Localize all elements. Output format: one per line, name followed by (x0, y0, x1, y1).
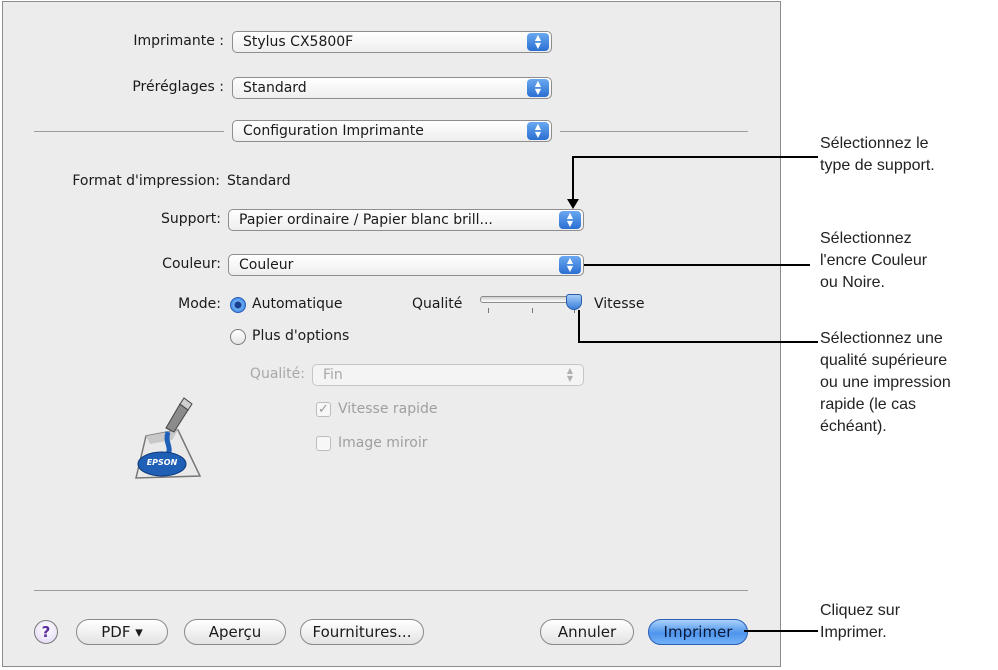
fast-speed-label: Vitesse rapide (338, 401, 438, 417)
print-dialog (2, 1, 781, 667)
page-format-value: Standard (227, 173, 291, 189)
help-button[interactable]: ? (34, 620, 58, 644)
popup-arrows-icon: ▲ ▼ (566, 366, 574, 383)
panel-value: Configuration Imprimante (243, 123, 424, 139)
annotation-color-line: ou Noire. (820, 274, 885, 291)
callout-media-horizontal (572, 156, 818, 158)
cancel-button[interactable]: Annuler (540, 619, 634, 645)
mirror-image-label: Image miroir (338, 435, 428, 451)
pdf-button[interactable]: PDF ▾ (76, 619, 168, 645)
annotation-quality-line: qualité supérieure (820, 352, 948, 369)
callout-print-line (744, 630, 818, 632)
automatic-radio[interactable] (230, 297, 246, 313)
annotation-quality-line: échéant). (820, 418, 887, 435)
annotation-quality-line: ou une impression (820, 374, 951, 391)
annotation-print-line: Imprimer. (820, 624, 887, 641)
annotation-quality-line: Sélectionnez une (820, 330, 943, 347)
popup-arrows-icon: ▲ ▼ (527, 33, 549, 51)
mode-label: Mode: (178, 296, 221, 312)
callout-quality-vertical (578, 310, 580, 343)
quality-speed-slider[interactable] (480, 296, 576, 303)
annotation-media: Sélectionnez le type de support. (820, 133, 935, 177)
color-label: Couleur: (162, 256, 221, 272)
bottom-separator (34, 590, 748, 591)
callout-quality-horizontal (578, 341, 818, 343)
preview-button[interactable]: Aperçu (184, 619, 286, 645)
color-value: Couleur (239, 257, 294, 273)
annotation-media-line: type de support. (820, 157, 935, 174)
annotation-color: Sélectionnez l'encre Couleur ou Noire. (820, 228, 927, 294)
annotation-color-line: l'encre Couleur (820, 252, 928, 269)
callout-color-line (584, 264, 810, 266)
popup-arrows-icon: ▲ ▼ (527, 79, 549, 97)
annotation-print-line: Cliquez sur (820, 602, 901, 619)
printer-popup[interactable]: Stylus CX5800F ▲ ▼ (232, 31, 552, 53)
quality-value: Fin (323, 367, 343, 383)
separator-left (34, 131, 224, 132)
separator-right (560, 131, 748, 132)
mirror-image-checkbox[interactable] (316, 436, 331, 451)
epson-printer-icon: EPSON (128, 396, 208, 482)
annotation-print: Cliquez sur Imprimer. (820, 600, 900, 644)
printer-label: Imprimante : (133, 33, 224, 49)
fast-speed-checkbox[interactable]: ✓ (316, 402, 331, 417)
slider-speed-label: Vitesse (594, 296, 645, 312)
slider-thumb[interactable] (566, 294, 582, 310)
slider-quality-label: Qualité (412, 296, 463, 312)
callout-media-arrow-icon (567, 199, 579, 209)
color-popup[interactable]: Couleur ▲ ▼ (228, 254, 584, 276)
presets-label: Préréglages : (132, 79, 224, 95)
page-format-label: Format d'impression: (72, 173, 220, 189)
media-popup[interactable]: Papier ordinaire / Papier blanc brill...… (228, 209, 584, 231)
annotation-media-line: Sélectionnez le (820, 135, 929, 152)
annotation-quality: Sélectionnez une qualité supérieure ou u… (820, 328, 951, 438)
popup-arrows-icon: ▲ ▼ (527, 122, 549, 140)
media-label: Support: (160, 211, 221, 227)
print-button[interactable]: Imprimer (648, 619, 748, 645)
slider-tick (488, 308, 489, 313)
printer-value: Stylus CX5800F (243, 34, 354, 50)
panel-popup[interactable]: Configuration Imprimante ▲ ▼ (232, 120, 552, 142)
quality-popup[interactable]: Fin ▲ ▼ (312, 364, 584, 386)
popup-arrows-icon: ▲ ▼ (559, 256, 581, 274)
annotation-quality-line: rapide (le cas (820, 396, 917, 413)
slider-tick (532, 308, 533, 313)
more-options-radio[interactable] (230, 329, 246, 345)
presets-value: Standard (243, 80, 307, 96)
quality-label: Qualité: (249, 366, 305, 382)
automatic-label: Automatique (252, 296, 343, 312)
presets-popup[interactable]: Standard ▲ ▼ (232, 77, 552, 99)
epson-logo-text: EPSON (146, 458, 178, 467)
supplies-button[interactable]: Fournitures... (300, 619, 424, 645)
media-value: Papier ordinaire / Papier blanc brill... (239, 212, 493, 228)
popup-arrows-icon: ▲ ▼ (559, 211, 581, 229)
annotation-color-line: Sélectionnez (820, 230, 912, 247)
more-options-label: Plus d'options (252, 328, 350, 344)
